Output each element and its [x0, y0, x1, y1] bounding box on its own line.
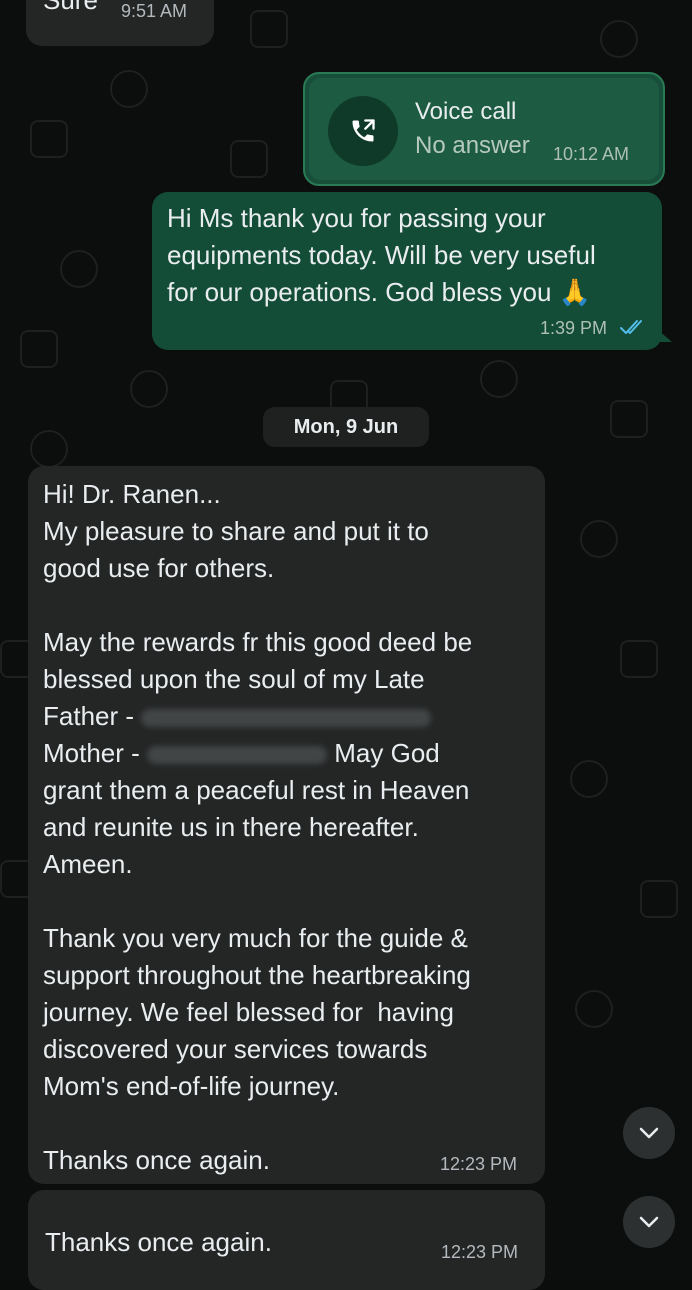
wallpaper-doodle — [60, 250, 98, 288]
message-text-part: May God grant them a peaceful rest in He… — [43, 738, 471, 1175]
message-time: 10:12 AM — [553, 144, 630, 164]
message-text-part: Mother - — [43, 738, 140, 768]
voice-call-bubble[interactable]: Voice call No answer 10:12 AM — [303, 72, 665, 186]
scroll-down-button[interactable] — [623, 1196, 675, 1248]
wallpaper-doodle — [600, 20, 638, 58]
wallpaper-doodle — [250, 10, 288, 48]
scroll-down-button[interactable] — [623, 1107, 675, 1159]
redacted-name-mother — [147, 746, 328, 765]
wallpaper-doodle — [570, 760, 608, 798]
message-text: Thanks once again. — [45, 1227, 272, 1257]
wallpaper-doodle — [30, 120, 68, 158]
message-time: 1:39 PM — [540, 318, 608, 338]
wallpaper-doodle — [480, 360, 518, 398]
message-time: 12:23 PM — [440, 1154, 518, 1174]
wallpaper-doodle — [130, 370, 168, 408]
wallpaper-doodle — [575, 990, 613, 1028]
message-text-part: Hi! Dr. Ranen... My pleasure to share an… — [43, 479, 473, 731]
outgoing-call-icon — [328, 96, 398, 166]
redacted-name-father — [141, 709, 432, 728]
wallpaper-doodle — [110, 70, 148, 108]
message-time: 12:23 PM — [441, 1242, 519, 1262]
wallpaper-doodle — [20, 330, 58, 368]
incoming-message-bubble[interactable]: Sure 9:51 AM — [26, 0, 214, 46]
incoming-message-bubble[interactable]: Hi! Dr. Ranen... My pleasure to share an… — [28, 466, 545, 1184]
message-text: Hi Ms thank you for passing your equipme… — [167, 203, 596, 307]
call-title: Voice call — [415, 98, 517, 125]
chevron-down-icon — [639, 1127, 659, 1139]
wallpaper-doodle — [610, 400, 648, 438]
double-check-icon — [620, 318, 646, 341]
voice-call-card[interactable]: Voice call No answer 10:12 AM — [309, 78, 659, 180]
incoming-message-bubble[interactable]: Thanks once again. 12:23 PM — [28, 1190, 545, 1290]
message-text: Sure — [43, 0, 98, 15]
date-divider: Mon, 9 Jun — [263, 407, 429, 447]
wallpaper-doodle — [230, 140, 268, 178]
outgoing-message-bubble[interactable]: Hi Ms thank you for passing your equipme… — [152, 192, 672, 350]
chevron-down-icon — [639, 1216, 659, 1228]
message-text: Hi! Dr. Ranen... My pleasure to share an… — [43, 476, 538, 1179]
wallpaper-doodle — [30, 430, 68, 468]
wallpaper-doodle — [580, 520, 618, 558]
wallpaper-doodle — [640, 880, 678, 918]
bubble-tail — [658, 330, 672, 342]
call-status: No answer — [415, 132, 530, 159]
message-time: 9:51 AM — [121, 1, 188, 21]
wallpaper-doodle — [620, 640, 658, 678]
